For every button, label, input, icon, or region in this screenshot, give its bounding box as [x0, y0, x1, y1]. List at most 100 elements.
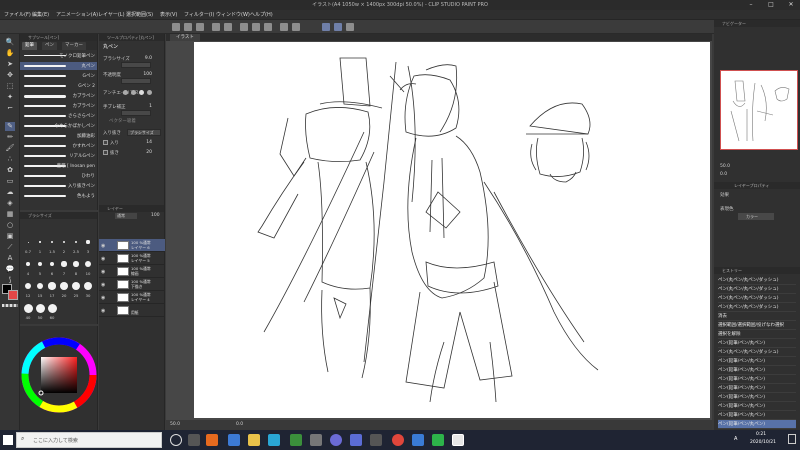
eye-icon[interactable]: ◉ [101, 308, 105, 314]
save-icon[interactable] [196, 23, 204, 31]
ruler-tool-icon[interactable]: ⟋ [5, 243, 15, 252]
brush-item[interactable]: 色もよう [20, 192, 97, 200]
history-item[interactable]: ペン(丸ペン/丸ペン/ダッシュ) [718, 348, 796, 357]
history-item[interactable]: ペン(丸ペン/丸ペン/ダッシュ) [718, 285, 796, 294]
history-item[interactable]: ペン(鉛筆/ペン/丸ペン) [718, 357, 796, 366]
history-item[interactable]: ペン(鉛筆/ペン/丸ペン) [718, 411, 796, 420]
new-file-icon[interactable] [172, 23, 180, 31]
nav-angle-value[interactable]: 0.0 [720, 172, 727, 177]
transparent-color-swatch[interactable] [2, 304, 18, 307]
brush-item[interactable]: カブラペン [20, 102, 97, 110]
minimize-icon[interactable]: – [742, 0, 760, 10]
blend-tool-icon[interactable]: ☁ [5, 188, 15, 197]
brush-item[interactable]: 豊穣 [ Inosan pen [20, 162, 97, 170]
open-file-icon[interactable] [184, 23, 192, 31]
chrome-icon[interactable] [392, 434, 404, 446]
brush-item[interactable]: さらさらペン [20, 112, 97, 120]
history-item[interactable]: ペン(丸ペン/丸ペン/ダッシュ) [718, 276, 796, 285]
eraser-tool-icon[interactable]: ▭ [5, 177, 15, 186]
menu-help[interactable]: ヘルプ(H) [250, 11, 273, 18]
brush-size-option[interactable]: 20 [58, 280, 70, 300]
layer-row[interactable]: ◉ 100 %通常 線画 [99, 265, 165, 278]
eye-icon[interactable]: ◉ [101, 243, 105, 249]
maximize-icon[interactable]: □ [762, 0, 780, 10]
brush-size-option[interactable]: 4 [22, 258, 34, 278]
brush-item[interactable]: 丸ペン [20, 62, 97, 70]
layer-row[interactable]: ◉ 100 %通常 レイヤー 4 [99, 291, 165, 304]
app-icon[interactable] [310, 434, 322, 446]
history-item[interactable]: ペン(鉛筆/ペン/丸ペン) [718, 339, 796, 348]
hand-tool-icon[interactable]: ✋ [5, 49, 15, 58]
history-item[interactable]: 選択範囲/選択範囲/投げなわ選択 [718, 321, 796, 330]
menu-filter[interactable]: フィルター(I) [184, 11, 214, 18]
brush-size-value[interactable]: 9.0 [145, 56, 152, 61]
blend-mode-select[interactable]: 通常 [115, 213, 137, 219]
balloon-tool-icon[interactable]: 💬 [5, 265, 15, 274]
task-view-icon[interactable] [188, 434, 200, 446]
stabilization-value[interactable]: 1 [149, 104, 152, 109]
close-icon[interactable]: ✕ [782, 0, 800, 10]
history-item[interactable]: ペン(丸ペン/丸ペン/ダッシュ) [718, 294, 796, 303]
menu-animation[interactable]: アニメーション(A) [56, 11, 98, 18]
eye-icon[interactable]: ◉ [101, 269, 105, 275]
undo-icon[interactable] [212, 23, 220, 31]
brush-size-option[interactable]: 3 [82, 236, 94, 256]
angle-value[interactable]: 0.0 [236, 422, 243, 427]
windows-start-icon[interactable] [3, 435, 13, 445]
color-wheel[interactable] [20, 326, 98, 430]
layer-row[interactable]: ◉ 100 %通常 レイヤー 6 [99, 239, 165, 252]
menu-layer[interactable]: レイヤー(L) [98, 11, 125, 18]
fill-icon[interactable] [252, 23, 260, 31]
operation-tool-icon[interactable]: ➤ [5, 60, 15, 69]
pen-tool-icon[interactable]: ✎ [5, 122, 15, 131]
brush-size-option[interactable]: 1.5 [46, 236, 58, 256]
clear-icon[interactable] [240, 23, 248, 31]
antialias-option[interactable] [139, 90, 144, 95]
notification-icon[interactable] [788, 434, 796, 444]
sub-color-swatch[interactable] [8, 290, 18, 300]
brush-size-option[interactable]: 60 [46, 302, 58, 322]
move-layer-tool-icon[interactable]: ✥ [5, 71, 15, 80]
frame-tool-icon[interactable]: ▣ [5, 232, 15, 241]
brush-item[interactable]: カブラペン [20, 92, 97, 100]
menu-file[interactable]: ファイル(F) [4, 11, 31, 18]
antialias-selector[interactable] [123, 89, 159, 96]
brush-size-option[interactable]: 7 [58, 258, 70, 278]
explorer-icon[interactable] [248, 434, 260, 446]
opacity-slider[interactable] [121, 78, 151, 84]
firefox-icon[interactable] [206, 434, 218, 446]
history-item[interactable]: 選択を解除 [718, 330, 796, 339]
brush-item[interactable]: リアルGペン [20, 152, 97, 160]
brush-size-option[interactable]: 12 [22, 280, 34, 300]
invert-selection-icon[interactable] [292, 23, 300, 31]
drawing-canvas[interactable] [194, 42, 710, 418]
brush-item[interactable]: Gペン [20, 72, 97, 80]
brush-item[interactable]: 入り抜きペン [20, 182, 97, 190]
history-item[interactable]: 消去 [718, 312, 796, 321]
transform-icon[interactable] [264, 23, 272, 31]
tab-pencil[interactable]: 鉛筆 [22, 42, 37, 50]
brush-item[interactable]: モノクロ鉛筆ペン [20, 52, 97, 60]
brush-size-option[interactable]: 40 [22, 302, 34, 322]
taskbar-search-box[interactable]: ⌕ ここに入力して検索 [16, 432, 162, 448]
word-icon[interactable] [412, 434, 424, 446]
gradient-tool-icon[interactable]: ▦ [5, 210, 15, 219]
brush-size-slider[interactable] [121, 62, 151, 68]
brush-size-option[interactable]: 8 [70, 258, 82, 278]
brush-item[interactable]: なめらかぼかしペン [20, 122, 97, 130]
antialias-option[interactable] [123, 90, 128, 95]
layer-row[interactable]: ◉ 100 %通常 レイヤー 5 [99, 252, 165, 265]
selection-tool-icon[interactable]: ⬚ [5, 82, 15, 91]
cortana-icon[interactable] [170, 434, 182, 446]
menu-window[interactable]: ウィンドウ(W) [216, 11, 250, 18]
brush-size-option[interactable]: 17 [46, 280, 58, 300]
history-item[interactable]: ペン(鉛筆/ペン/丸ペン) [718, 420, 796, 429]
brush-size-option[interactable]: 1 [34, 236, 46, 256]
layer-row[interactable]: ◉ 用紙 [99, 304, 165, 317]
fill-tool-icon[interactable]: ◈ [5, 199, 15, 208]
tab-marker[interactable]: マーカー [62, 42, 86, 50]
inout-start-checkbox[interactable] [103, 140, 108, 145]
brush-item[interactable]: ひわり [20, 172, 97, 180]
discord-icon[interactable] [330, 434, 342, 446]
brush-size-option[interactable]: 15 [34, 280, 46, 300]
